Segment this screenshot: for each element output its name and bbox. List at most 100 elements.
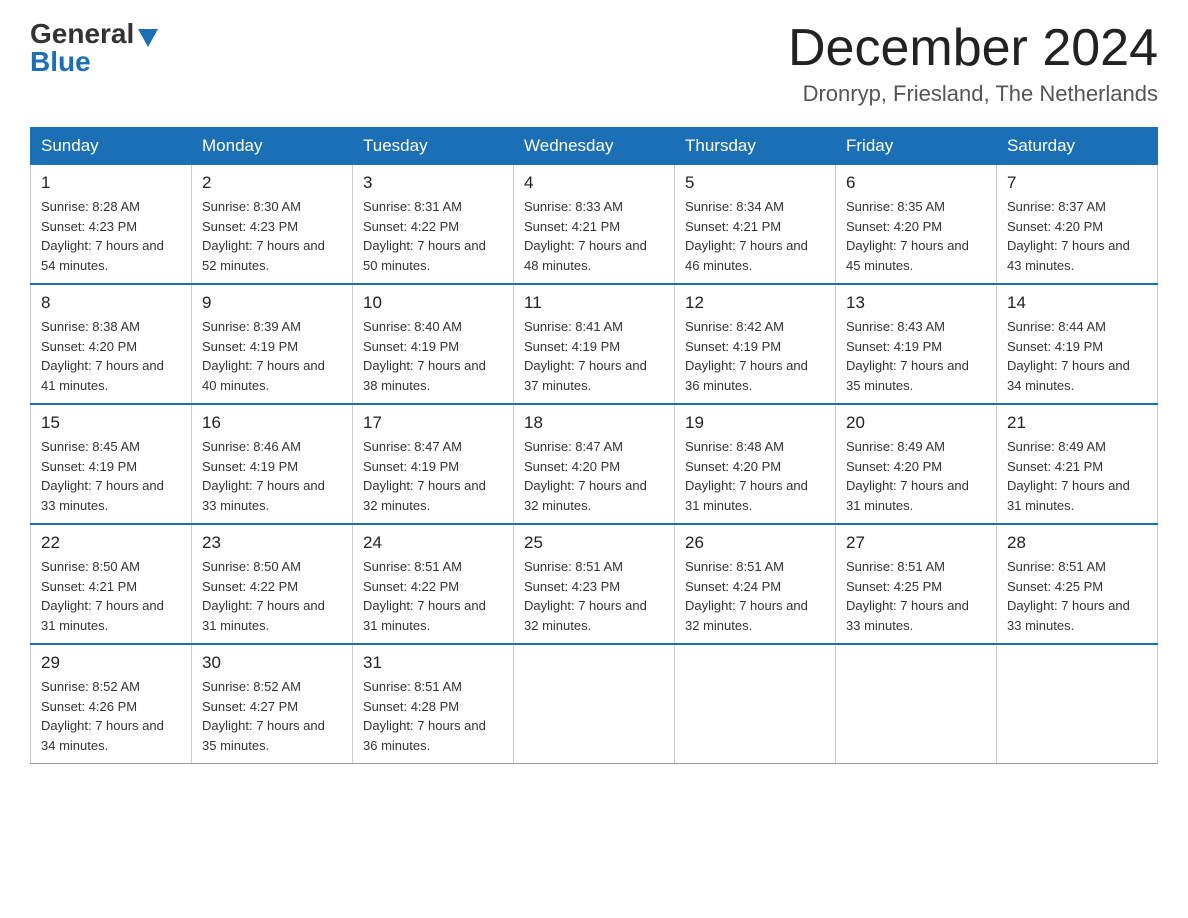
calendar-day-cell: 7 Sunrise: 8:37 AM Sunset: 4:20 PM Dayli… [997,165,1158,285]
day-number: 19 [685,413,825,433]
day-info: Sunrise: 8:48 AM Sunset: 4:20 PM Dayligh… [685,437,825,515]
day-number: 27 [846,533,986,553]
calendar-day-cell: 4 Sunrise: 8:33 AM Sunset: 4:21 PM Dayli… [514,165,675,285]
day-info: Sunrise: 8:51 AM Sunset: 4:23 PM Dayligh… [524,557,664,635]
calendar-day-cell: 30 Sunrise: 8:52 AM Sunset: 4:27 PM Dayl… [192,644,353,764]
day-number: 7 [1007,173,1147,193]
calendar-day-cell [836,644,997,764]
week-row-4: 22 Sunrise: 8:50 AM Sunset: 4:21 PM Dayl… [31,524,1158,644]
logo: General Blue [30,20,158,76]
calendar-day-cell: 22 Sunrise: 8:50 AM Sunset: 4:21 PM Dayl… [31,524,192,644]
day-number: 3 [363,173,503,193]
calendar-day-cell: 15 Sunrise: 8:45 AM Sunset: 4:19 PM Dayl… [31,404,192,524]
calendar-day-cell: 8 Sunrise: 8:38 AM Sunset: 4:20 PM Dayli… [31,284,192,404]
day-info: Sunrise: 8:49 AM Sunset: 4:21 PM Dayligh… [1007,437,1147,515]
calendar-day-cell: 16 Sunrise: 8:46 AM Sunset: 4:19 PM Dayl… [192,404,353,524]
day-number: 2 [202,173,342,193]
header-thursday: Thursday [675,128,836,165]
month-title: December 2024 [788,20,1158,77]
calendar-table: Sunday Monday Tuesday Wednesday Thursday… [30,127,1158,764]
day-info: Sunrise: 8:47 AM Sunset: 4:19 PM Dayligh… [363,437,503,515]
day-info: Sunrise: 8:35 AM Sunset: 4:20 PM Dayligh… [846,197,986,275]
header-friday: Friday [836,128,997,165]
day-info: Sunrise: 8:41 AM Sunset: 4:19 PM Dayligh… [524,317,664,395]
day-number: 16 [202,413,342,433]
day-number: 11 [524,293,664,313]
calendar-day-cell: 26 Sunrise: 8:51 AM Sunset: 4:24 PM Dayl… [675,524,836,644]
day-number: 31 [363,653,503,673]
day-info: Sunrise: 8:30 AM Sunset: 4:23 PM Dayligh… [202,197,342,275]
day-number: 18 [524,413,664,433]
day-info: Sunrise: 8:51 AM Sunset: 4:24 PM Dayligh… [685,557,825,635]
week-row-3: 15 Sunrise: 8:45 AM Sunset: 4:19 PM Dayl… [31,404,1158,524]
day-number: 4 [524,173,664,193]
calendar-day-cell: 9 Sunrise: 8:39 AM Sunset: 4:19 PM Dayli… [192,284,353,404]
week-row-1: 1 Sunrise: 8:28 AM Sunset: 4:23 PM Dayli… [31,165,1158,285]
week-row-2: 8 Sunrise: 8:38 AM Sunset: 4:20 PM Dayli… [31,284,1158,404]
day-number: 24 [363,533,503,553]
day-info: Sunrise: 8:52 AM Sunset: 4:27 PM Dayligh… [202,677,342,755]
weekday-header-row: Sunday Monday Tuesday Wednesday Thursday… [31,128,1158,165]
calendar-day-cell: 13 Sunrise: 8:43 AM Sunset: 4:19 PM Dayl… [836,284,997,404]
day-number: 14 [1007,293,1147,313]
calendar-day-cell: 27 Sunrise: 8:51 AM Sunset: 4:25 PM Dayl… [836,524,997,644]
day-number: 25 [524,533,664,553]
day-info: Sunrise: 8:46 AM Sunset: 4:19 PM Dayligh… [202,437,342,515]
calendar-day-cell [675,644,836,764]
day-number: 5 [685,173,825,193]
day-info: Sunrise: 8:50 AM Sunset: 4:22 PM Dayligh… [202,557,342,635]
calendar-day-cell: 25 Sunrise: 8:51 AM Sunset: 4:23 PM Dayl… [514,524,675,644]
day-number: 12 [685,293,825,313]
day-info: Sunrise: 8:39 AM Sunset: 4:19 PM Dayligh… [202,317,342,395]
calendar-day-cell: 18 Sunrise: 8:47 AM Sunset: 4:20 PM Dayl… [514,404,675,524]
day-info: Sunrise: 8:45 AM Sunset: 4:19 PM Dayligh… [41,437,181,515]
day-info: Sunrise: 8:44 AM Sunset: 4:19 PM Dayligh… [1007,317,1147,395]
day-info: Sunrise: 8:42 AM Sunset: 4:19 PM Dayligh… [685,317,825,395]
header-saturday: Saturday [997,128,1158,165]
day-info: Sunrise: 8:51 AM Sunset: 4:25 PM Dayligh… [1007,557,1147,635]
day-number: 10 [363,293,503,313]
day-number: 30 [202,653,342,673]
day-info: Sunrise: 8:51 AM Sunset: 4:28 PM Dayligh… [363,677,503,755]
day-info: Sunrise: 8:49 AM Sunset: 4:20 PM Dayligh… [846,437,986,515]
calendar-day-cell: 20 Sunrise: 8:49 AM Sunset: 4:20 PM Dayl… [836,404,997,524]
header-sunday: Sunday [31,128,192,165]
day-number: 13 [846,293,986,313]
calendar-day-cell: 19 Sunrise: 8:48 AM Sunset: 4:20 PM Dayl… [675,404,836,524]
calendar-day-cell: 23 Sunrise: 8:50 AM Sunset: 4:22 PM Dayl… [192,524,353,644]
calendar-day-cell: 10 Sunrise: 8:40 AM Sunset: 4:19 PM Dayl… [353,284,514,404]
location-subtitle: Dronryp, Friesland, The Netherlands [788,81,1158,107]
header-monday: Monday [192,128,353,165]
calendar-day-cell: 1 Sunrise: 8:28 AM Sunset: 4:23 PM Dayli… [31,165,192,285]
day-info: Sunrise: 8:51 AM Sunset: 4:25 PM Dayligh… [846,557,986,635]
day-number: 1 [41,173,181,193]
day-info: Sunrise: 8:40 AM Sunset: 4:19 PM Dayligh… [363,317,503,395]
day-number: 6 [846,173,986,193]
day-info: Sunrise: 8:37 AM Sunset: 4:20 PM Dayligh… [1007,197,1147,275]
header-tuesday: Tuesday [353,128,514,165]
day-number: 17 [363,413,503,433]
page-header: General Blue December 2024 Dronryp, Frie… [30,20,1158,107]
day-number: 9 [202,293,342,313]
day-info: Sunrise: 8:51 AM Sunset: 4:22 PM Dayligh… [363,557,503,635]
calendar-day-cell: 31 Sunrise: 8:51 AM Sunset: 4:28 PM Dayl… [353,644,514,764]
calendar-day-cell: 3 Sunrise: 8:31 AM Sunset: 4:22 PM Dayli… [353,165,514,285]
day-number: 23 [202,533,342,553]
calendar-day-cell: 6 Sunrise: 8:35 AM Sunset: 4:20 PM Dayli… [836,165,997,285]
header-wednesday: Wednesday [514,128,675,165]
week-row-5: 29 Sunrise: 8:52 AM Sunset: 4:26 PM Dayl… [31,644,1158,764]
day-number: 8 [41,293,181,313]
day-number: 26 [685,533,825,553]
calendar-day-cell: 17 Sunrise: 8:47 AM Sunset: 4:19 PM Dayl… [353,404,514,524]
calendar-day-cell: 28 Sunrise: 8:51 AM Sunset: 4:25 PM Dayl… [997,524,1158,644]
calendar-day-cell [997,644,1158,764]
day-info: Sunrise: 8:28 AM Sunset: 4:23 PM Dayligh… [41,197,181,275]
day-info: Sunrise: 8:33 AM Sunset: 4:21 PM Dayligh… [524,197,664,275]
day-info: Sunrise: 8:38 AM Sunset: 4:20 PM Dayligh… [41,317,181,395]
day-info: Sunrise: 8:43 AM Sunset: 4:19 PM Dayligh… [846,317,986,395]
calendar-day-cell: 2 Sunrise: 8:30 AM Sunset: 4:23 PM Dayli… [192,165,353,285]
day-number: 29 [41,653,181,673]
logo-general-text: General [30,20,134,48]
day-info: Sunrise: 8:47 AM Sunset: 4:20 PM Dayligh… [524,437,664,515]
day-number: 15 [41,413,181,433]
